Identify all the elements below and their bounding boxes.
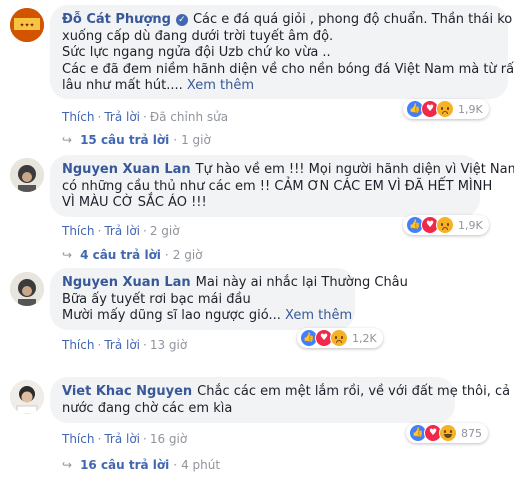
comment-time: 2 giờ	[149, 224, 180, 238]
reaction-summary[interactable]: 👍 ♥ 1,2K	[297, 328, 383, 348]
reply-count-link[interactable]: 4 câu trả lời	[80, 248, 161, 262]
comment-bubble: Nguyen Xuan Lan Tự hào về em !!! Mọi ngườ…	[50, 155, 514, 217]
sad-icon	[436, 100, 454, 118]
avatar[interactable]	[10, 158, 44, 192]
reply-time: 2 giờ	[172, 248, 203, 262]
avatar[interactable]	[10, 272, 44, 306]
like-button[interactable]: Thích	[62, 224, 94, 238]
comment-text-line: Sức lực ngang ngửa đội Uzb chứ ko vừa ..	[62, 45, 331, 60]
avatar[interactable]	[10, 380, 44, 414]
view-replies[interactable]: ↪ 4 câu trả lời · 2 giờ	[62, 248, 203, 262]
reply-button[interactable]: Trả lời	[104, 224, 140, 238]
view-replies[interactable]: ↪ 15 câu trả lời · 1 giờ	[62, 133, 211, 147]
comment-text-line: Mười mấy dũng sĩ lao ngược gió...	[62, 308, 281, 323]
avatar[interactable]: ✦✦✦	[10, 8, 44, 42]
comment-author[interactable]: Viet Khac Nguyen	[62, 384, 192, 399]
see-more-link[interactable]: Xem thêm	[187, 78, 254, 93]
comment-actions: Thích · Trả lời · 2 giờ	[62, 224, 180, 238]
reaction-summary[interactable]: 👍 ♥ 1,9K	[403, 215, 489, 235]
comment-text-line: Tự hào về em !!! Mọi người hãnh diện vì …	[195, 162, 514, 177]
like-button[interactable]: Thích	[62, 338, 94, 352]
comment-time: 16 giờ	[149, 432, 188, 446]
comment-text-line: có những cầu thủ như các em !! CẢM ƠN CÁ…	[62, 178, 493, 194]
comment-actions: Thích · Trả lời · 13 giờ	[62, 338, 188, 352]
comment-text-line: Các e đá quá giỏi , phong độ chuẩn. Thần…	[192, 12, 513, 27]
like-button[interactable]: Thích	[62, 110, 94, 124]
comment-time: 13 giờ	[149, 338, 188, 352]
reply-button[interactable]: Trả lời	[104, 110, 140, 124]
sad-icon	[330, 329, 348, 347]
reply-time: 4 phút	[181, 458, 221, 472]
reaction-summary[interactable]: 👍 ♥ 875	[406, 423, 488, 443]
reply-button[interactable]: Trả lời	[104, 432, 140, 446]
edited-label: Đã chỉnh sửa	[149, 110, 229, 124]
verified-badge-icon: ✓	[175, 14, 188, 26]
reply-arrow-icon: ↪	[62, 248, 73, 262]
reaction-count: 1,9K	[458, 218, 483, 232]
comment-actions: Thích · Trả lời · Đã chỉnh sửa	[62, 110, 229, 124]
reply-time: 1 giờ	[181, 133, 211, 147]
comment-author[interactable]: Nguyen Xuan Lan	[62, 162, 191, 177]
haha-icon	[439, 424, 457, 442]
reply-arrow-icon: ↪	[62, 458, 73, 472]
reply-arrow-icon: ↪	[62, 133, 73, 147]
comment-bubble: Viet Khac Nguyen Chắc các em mệt lắm rồi,…	[50, 377, 510, 423]
sad-icon	[436, 216, 454, 234]
view-replies[interactable]: ↪ 16 câu trả lời · 4 phút	[62, 458, 220, 472]
comment-text-line: nước đang chờ các em kìa	[62, 400, 233, 416]
svg-text:✦✦✦: ✦✦✦	[19, 22, 34, 29]
reaction-summary[interactable]: 👍 ♥ 1,9K	[403, 99, 489, 119]
comment-text-line: Mai này ai nhắc lại Thường Châu	[195, 275, 408, 290]
comment-text-line: lâu như mất hút....	[62, 78, 183, 93]
like-button[interactable]: Thích	[62, 432, 94, 446]
reaction-count: 1,2K	[352, 331, 377, 345]
comment-actions: Thích · Trả lời · 16 giờ	[62, 432, 188, 446]
comment-text-line: Các e đã đem niềm hãnh diện về cho nền b…	[62, 61, 514, 77]
comment-bubble: Đỗ Cát Phượng ✓ Các e đá quá giỏi , phong …	[50, 5, 514, 99]
reaction-count: 1,9K	[458, 102, 483, 116]
see-more-link[interactable]: Xem thêm	[285, 308, 352, 323]
comment-text-line: xuống cấp dù đang dưới trời tuyết âm độ.	[62, 28, 334, 44]
comment-text-line: VÌ MÀU CỜ SẮC ÁO !!!	[62, 195, 207, 210]
reply-count-link[interactable]: 15 câu trả lời	[80, 133, 169, 147]
comment-author[interactable]: Đỗ Cát Phượng	[62, 12, 171, 27]
comment-text-line: Chắc các em mệt lắm rồi, về với đất mẹ t…	[197, 384, 511, 399]
reply-count-link[interactable]: 16 câu trả lời	[80, 458, 169, 472]
comment-bubble: Nguyen Xuan Lan Mai này ai nhắc lại Thườn…	[50, 268, 408, 330]
comment-author[interactable]: Nguyen Xuan Lan	[62, 275, 191, 290]
comment-text-line: Bữa ấy tuyết rơi bạc mái đầu	[62, 291, 251, 307]
reply-button[interactable]: Trả lời	[104, 338, 140, 352]
reaction-count: 875	[461, 426, 482, 440]
